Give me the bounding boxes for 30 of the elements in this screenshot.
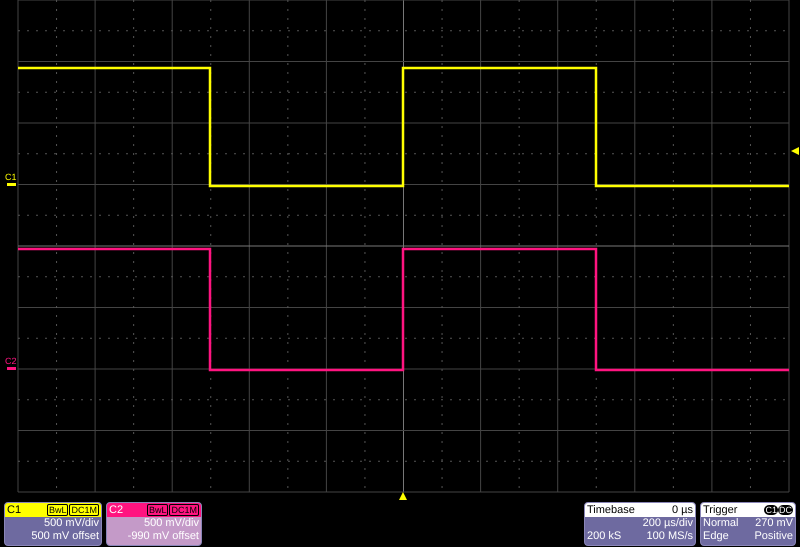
- trigger-slope: Positive: [754, 530, 793, 543]
- channel-label: C1: [7, 504, 22, 516]
- trigger-level: 270 mV: [755, 517, 793, 530]
- coupling-badge: BwL: [46, 504, 68, 516]
- trigger-level-icon: [791, 147, 799, 155]
- offset-value: 500 mV offset: [31, 530, 99, 543]
- coupling-badge: DC: [778, 505, 793, 515]
- time-per-div: 200 µs/div: [642, 517, 693, 530]
- channel-label: C2: [109, 504, 124, 516]
- channel-panel[interactable]: C1 BwL DC1M 500 mV/div 500 mV offset: [4, 502, 102, 546]
- volts-per-div: 500 mV/div: [44, 517, 99, 530]
- panel-title: Timebase: [587, 504, 635, 516]
- sample-rate: 100 MS/s: [646, 530, 693, 543]
- trigger-position-icon: [399, 492, 407, 500]
- sample-count: 200 kS: [587, 530, 622, 543]
- trigger-mode: Normal: [703, 517, 738, 530]
- trigger-type: Edge: [703, 530, 729, 543]
- coupling-badge: DC1M: [69, 504, 99, 516]
- delay-value: 0 µs: [672, 504, 693, 516]
- channel-marker-label: C1: [5, 172, 17, 182]
- coupling-badge: BwL: [146, 504, 168, 516]
- timebase-panel[interactable]: Timebase 0 µs 200 µs/div 200 kS 100 MS/s: [584, 502, 696, 546]
- channel-marker-label: C2: [5, 356, 17, 366]
- panel-title: Trigger: [703, 504, 738, 516]
- coupling-badge: DC1M: [169, 504, 199, 516]
- volts-per-div: 500 mV/div: [144, 517, 199, 530]
- source-badge: C1: [764, 505, 778, 515]
- channel-panel[interactable]: C2 BwL DC1M 500 mV/div -990 mV offset: [106, 502, 202, 546]
- offset-value: -990 mV offset: [128, 530, 199, 543]
- trigger-panel[interactable]: Trigger C1 DC Normal 270 mV Edge Positive: [700, 502, 796, 546]
